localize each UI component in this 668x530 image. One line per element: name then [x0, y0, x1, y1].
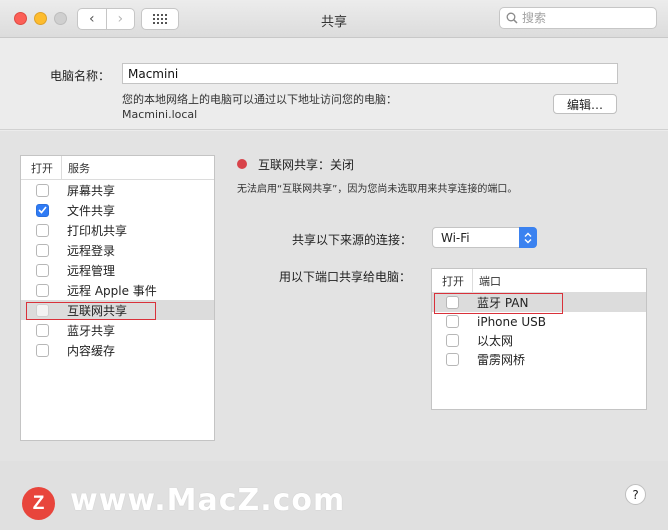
help-button[interactable]: ?: [625, 484, 646, 505]
service-checkbox[interactable]: [36, 343, 49, 357]
service-row[interactable]: 远程 Apple 事件: [21, 280, 214, 300]
footer: Z www.MacZ.com ?: [0, 461, 668, 530]
column-header-port[interactable]: 端口: [473, 273, 501, 289]
service-row[interactable]: 远程管理: [21, 260, 214, 280]
highlight-box-service: [26, 302, 156, 320]
service-row[interactable]: 蓝牙共享: [21, 320, 214, 340]
services-list: 打开 服务 屏幕共享 文件共享 打印机共享 远程登录 远程管理 远程 Apple 事件 互联…: [20, 155, 215, 441]
column-header-service[interactable]: 服务: [62, 160, 90, 176]
service-row[interactable]: 内容缓存: [21, 340, 214, 360]
edit-button[interactable]: 编辑…: [553, 94, 617, 114]
status-indicator-icon: [237, 159, 247, 169]
port-checkbox[interactable]: [446, 315, 459, 328]
watermark-logo: Z: [22, 487, 55, 520]
service-label: 文件共享: [67, 203, 116, 218]
share-source-value: Wi-Fi: [441, 230, 470, 245]
services-list-header: 打开 服务: [21, 156, 214, 180]
port-checkbox[interactable]: [446, 353, 459, 366]
column-header-on[interactable]: 打开: [21, 156, 62, 179]
port-row[interactable]: 以太网: [432, 331, 646, 350]
search-input[interactable]: [522, 11, 642, 25]
service-label: 打印机共享: [67, 223, 128, 238]
local-address: Macmini.local: [122, 108, 198, 121]
share-ports-label: 用以下端口共享给电脑：: [279, 270, 412, 284]
service-checkbox[interactable]: [36, 263, 49, 277]
address-description: 您的本地网络上的电脑可以通过以下地址访问您的电脑：: [122, 93, 397, 106]
highlight-box-port: [434, 293, 563, 314]
computer-name-section: 电脑名称： 您的本地网络上的电脑可以通过以下地址访问您的电脑： Macmini.…: [0, 38, 668, 130]
port-label: 雷雳网桥: [477, 353, 526, 367]
port-row[interactable]: iPhone USB: [432, 312, 646, 331]
port-label: iPhone USB: [477, 314, 546, 329]
search-icon: [506, 12, 518, 24]
service-label: 蓝牙共享: [67, 323, 116, 338]
service-row[interactable]: 屏幕共享: [21, 180, 214, 200]
main-panel: 打开 服务 屏幕共享文件共享打印机共享远程登录远程管理远程 Apple 事件 互联…: [0, 131, 668, 461]
internet-sharing-status: 互联网共享：关闭: [258, 158, 355, 172]
column-header-on[interactable]: 打开: [432, 269, 473, 292]
title-bar: ‹ › 共享: [0, 0, 668, 38]
service-checkbox[interactable]: [36, 283, 49, 297]
search-field[interactable]: [499, 7, 657, 29]
service-row[interactable]: 远程登录: [21, 240, 214, 260]
port-row[interactable]: 雷雳网桥: [432, 350, 646, 369]
service-checkbox[interactable]: [36, 183, 49, 197]
share-source-select[interactable]: Wi-Fi: [432, 227, 537, 248]
port-checkbox[interactable]: [446, 334, 459, 347]
service-checkbox[interactable]: [36, 223, 49, 237]
share-source-label: 共享以下来源的连接：: [292, 233, 413, 247]
port-label: 以太网: [477, 334, 514, 348]
services-rows: 屏幕共享 文件共享 打印机共享 远程登录 远程管理 远程 Apple 事件 互联网共享 蓝牙共…: [21, 180, 214, 360]
computer-name-label: 电脑名称：: [50, 69, 111, 83]
watermark-text: www.MacZ.com: [70, 483, 346, 518]
service-checkbox[interactable]: [36, 243, 49, 257]
service-label: 远程管理: [67, 263, 116, 278]
computer-name-input[interactable]: [122, 63, 618, 84]
service-row[interactable]: 文件共享: [21, 200, 214, 220]
service-checkbox[interactable]: [36, 323, 49, 337]
computer-name-description: 您的本地网络上的电脑可以通过以下地址访问您的电脑： Macmini.local: [122, 92, 397, 122]
service-label: 远程登录: [67, 243, 116, 258]
ports-list: 打开 端口 蓝牙 PAN iPhone USB 以太网 雷雳网桥: [431, 268, 647, 410]
service-label: 屏幕共享: [67, 183, 116, 198]
service-label: 内容缓存: [67, 343, 116, 358]
service-label: 远程 Apple 事件: [67, 283, 157, 298]
ports-list-header: 打开 端口: [432, 269, 646, 293]
select-arrows-icon: [519, 227, 537, 248]
internet-sharing-description: 无法启用“互联网共享”，因为您尚未选取用来共享连接的端口。: [237, 184, 518, 195]
service-row[interactable]: 打印机共享: [21, 220, 214, 240]
service-checkbox[interactable]: [36, 203, 49, 217]
